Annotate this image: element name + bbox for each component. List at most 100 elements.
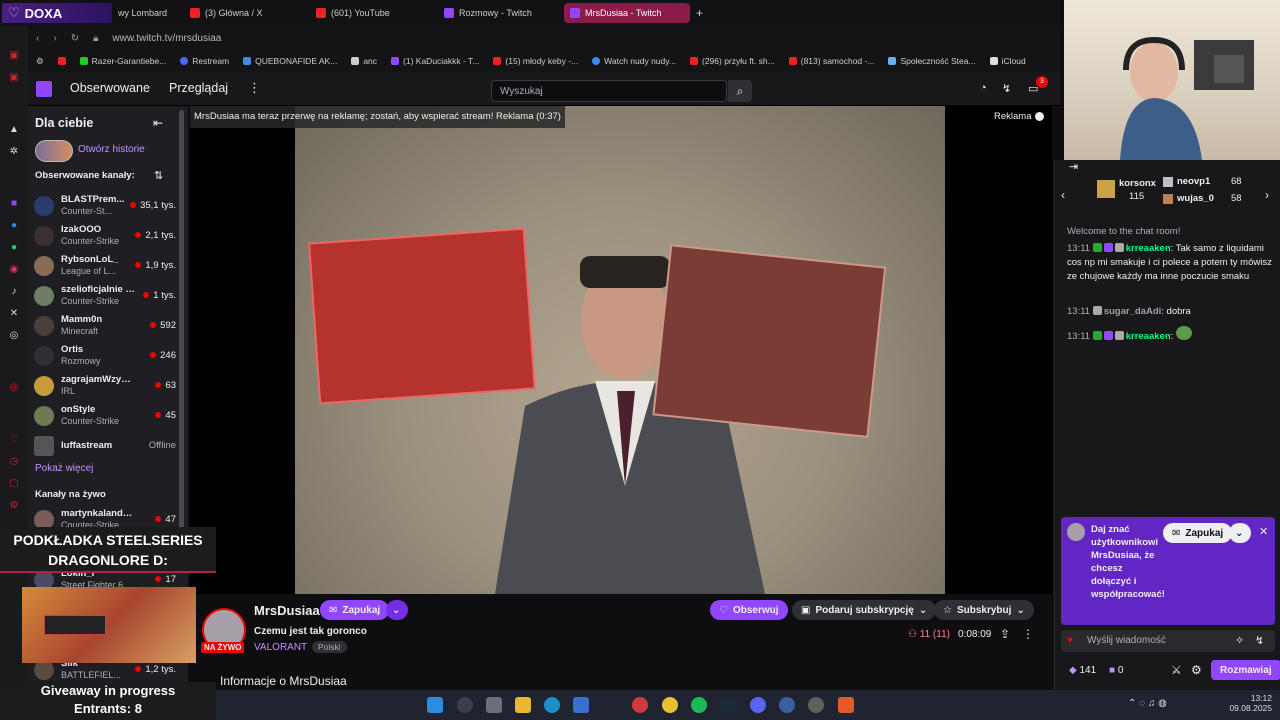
collapse-chat-icon[interactable]: ⇥ xyxy=(1069,160,1078,173)
youtube-icon[interactable]: ▣ xyxy=(8,72,20,84)
youtube-icon[interactable]: ▣ xyxy=(8,50,20,62)
sidebar-channel[interactable]: BLASTPrem... Counter-St... 35,1 tys. xyxy=(34,192,176,220)
settings-icon[interactable]: ⚙ xyxy=(36,56,44,67)
bookmark-item[interactable]: Społeczność Stea... xyxy=(888,56,976,66)
channel-name[interactable]: MrsDusiaa xyxy=(254,603,320,618)
chat-input[interactable]: ♥ Wyślij wiadomość ✧ ↯ xyxy=(1061,630,1275,652)
sidebar-channel[interactable]: szelioficjalnie +1 Counter-Strike 1 tys. xyxy=(34,282,176,310)
sidebar-channel[interactable]: Ortis Rozmowy 246 xyxy=(34,342,176,370)
chevron-left-icon[interactable]: ‹ xyxy=(1061,188,1065,202)
steam-icon[interactable] xyxy=(720,697,736,713)
sidebar-channel[interactable]: RybsonLoL_ League of L... 1,9 tys. xyxy=(34,252,176,280)
close-icon[interactable]: ✕ xyxy=(1259,525,1268,538)
task-view-icon[interactable] xyxy=(486,697,502,713)
sidebar-channel[interactable]: zagrajamWzyci... IRL 63 xyxy=(34,372,176,400)
bookmark-item[interactable]: (1) KaDuciakkk - T... xyxy=(391,56,479,66)
more-options-icon[interactable]: ⋮ xyxy=(1022,627,1034,641)
bits-icon[interactable]: ↯ xyxy=(1002,82,1011,95)
bookmark-item[interactable]: (296) przyłu ft. sh... xyxy=(689,56,775,66)
send-chat-button[interactable]: Rozmawiaj xyxy=(1211,660,1280,680)
nav-following[interactable]: Obserwowane xyxy=(70,81,150,95)
bits-balance[interactable]: ■ 0 xyxy=(1109,665,1123,676)
heart-icon[interactable]: ♡ xyxy=(8,434,20,446)
gift-sub-button[interactable]: ▣ Podaruj subskrypcję ⌄ xyxy=(792,600,937,620)
bookmark-item[interactable]: (813) samochod -... xyxy=(788,56,874,66)
brave-icon[interactable] xyxy=(838,697,854,713)
bookmark-item[interactable]: (15) młody keby -... xyxy=(493,56,578,66)
new-tab-button[interactable]: + xyxy=(690,3,710,23)
discord-icon[interactable] xyxy=(750,697,766,713)
tab-lombard[interactable]: wy Lombard xyxy=(112,3,180,23)
discord-icon[interactable]: ◎ xyxy=(8,330,20,342)
chevron-right-icon[interactable]: › xyxy=(1265,188,1269,202)
chat-username[interactable]: krreaaken xyxy=(1126,331,1171,342)
opera-icon[interactable] xyxy=(632,697,648,713)
settings-icon[interactable]: ⚙ xyxy=(1191,663,1202,677)
invite-prompt-button[interactable]: ✉ Zapukaj xyxy=(1163,523,1233,543)
tab-x[interactable]: (3) Główna / X xyxy=(184,3,304,23)
twitch-logo-icon[interactable] xyxy=(36,81,52,97)
mod-icon[interactable]: ⚔ xyxy=(1171,663,1182,677)
tab-mrsdusiaa[interactable]: MrsDusiaa - Twitch xyxy=(564,3,690,23)
chrome-icon[interactable] xyxy=(662,697,678,713)
bookmark-item[interactable]: iCloud xyxy=(989,56,1026,66)
show-more-link[interactable]: Pokaż więcej xyxy=(35,463,93,474)
chat-username[interactable]: sugar_daAdi xyxy=(1104,306,1162,317)
aria-icon[interactable]: ▲ xyxy=(8,124,20,136)
bookmark-item[interactable]: anc xyxy=(351,56,377,66)
messenger-icon[interactable]: ● xyxy=(8,220,20,232)
more-icon[interactable]: ⋮ xyxy=(248,80,261,96)
subscribe-button[interactable]: ☆ Subskrybuj ⌄ xyxy=(934,600,1034,620)
bits-icon[interactable]: ↯ xyxy=(1255,634,1264,647)
forward-icon[interactable]: › xyxy=(53,33,56,44)
invite-button[interactable]: ✉ Zapukaj xyxy=(320,600,390,620)
tray-icons[interactable]: ⌃ ◌ ♫ ◍ xyxy=(1128,698,1167,709)
file-explorer-icon[interactable] xyxy=(515,697,531,713)
share-icon[interactable]: ⇪ xyxy=(1000,627,1010,641)
twitch-icon[interactable]: ■ xyxy=(8,198,20,210)
info-icon[interactable] xyxy=(1035,112,1044,121)
player-icon[interactable]: ◎ xyxy=(8,382,20,394)
search-input[interactable]: Wyszukaj xyxy=(491,80,727,102)
invite-dropdown-button[interactable]: ⌄ xyxy=(386,600,408,620)
whatsapp-icon[interactable]: ● xyxy=(8,242,20,254)
chatgpt-icon[interactable]: ✲ xyxy=(8,146,20,158)
prime-icon[interactable]: ◔ xyxy=(980,82,987,94)
search-icon[interactable] xyxy=(457,697,473,713)
clock[interactable]: 13:12 09.08.2025 xyxy=(1228,693,1272,713)
channel-points[interactable]: ◆ 141 xyxy=(1069,665,1096,676)
category-link[interactable]: VALORANT xyxy=(254,642,307,653)
spotify-icon[interactable] xyxy=(691,697,707,713)
chevron-down-icon[interactable]: ⌄ xyxy=(1229,523,1251,543)
youtube-icon[interactable] xyxy=(57,57,66,65)
windows-start-icon[interactable] xyxy=(427,697,443,713)
language-tag[interactable]: Polski xyxy=(312,641,347,653)
box-icon[interactable]: ▢ xyxy=(8,478,20,490)
open-history-link[interactable]: Otwórz historie xyxy=(78,144,145,155)
tab-rozmowy[interactable]: Rozmowy - Twitch xyxy=(438,3,558,23)
url-text[interactable]: www.twitch.tv/mrsdusiaa xyxy=(112,33,221,44)
sidebar-channel[interactable]: IzakOOO Counter-Strike 2,1 tys. xyxy=(34,222,176,250)
sidebar-scrollbar[interactable] xyxy=(179,110,184,530)
settings-icon[interactable]: ⚙ xyxy=(8,500,20,512)
x-icon[interactable]: ✕ xyxy=(8,308,20,320)
tab-doxa[interactable]: ♡ DOXA xyxy=(2,3,112,23)
back-icon[interactable]: ‹ xyxy=(36,33,39,44)
sidebar-channel[interactable]: Mamm0n Minecraft 592 xyxy=(34,312,176,340)
bookmark-item[interactable]: Watch nudy nudy... xyxy=(592,56,676,66)
tab-youtube[interactable]: (601) YouTube xyxy=(310,3,430,23)
store-icon[interactable] xyxy=(573,697,589,713)
obs-icon[interactable] xyxy=(808,697,824,713)
chat-username[interactable]: krreaaken xyxy=(1126,243,1171,254)
app-icon[interactable] xyxy=(779,697,795,713)
history-avatars[interactable] xyxy=(35,140,73,162)
instagram-icon[interactable]: ◉ xyxy=(8,264,20,276)
sidebar-channel[interactable]: luffastream Offline xyxy=(34,432,176,460)
history-icon[interactable]: ◷ xyxy=(8,456,20,468)
collapse-icon[interactable]: ⇤ xyxy=(153,116,163,130)
reload-icon[interactable]: ↻ xyxy=(71,33,79,44)
edge-icon[interactable] xyxy=(544,697,560,713)
bookmark-item[interactable]: Restream xyxy=(180,56,229,66)
video-player[interactable]: MrsDusiaa ma teraz przerwę na reklamę; z… xyxy=(190,106,1052,594)
follow-button[interactable]: ♡ Obserwuj xyxy=(710,600,788,620)
